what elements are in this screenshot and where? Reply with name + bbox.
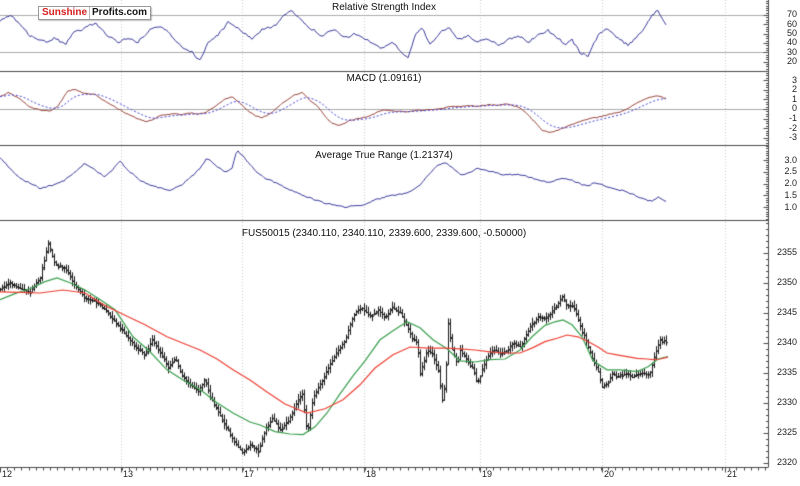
- y-tick-label: -1: [788, 113, 797, 124]
- y-tick-label: 1.0: [784, 201, 797, 212]
- x-tick-label: 21: [727, 469, 738, 479]
- price-panel-title: FUS50015 (2340.110, 2340.110, 2339.600, …: [241, 228, 527, 239]
- y-tick-label: 2.5: [784, 166, 797, 177]
- y-tick-label: 2325: [776, 427, 797, 438]
- y-tick-label: -3: [788, 132, 797, 143]
- y-tick-label: 2: [791, 84, 797, 95]
- macd-panel-title: MACD (1.09161): [346, 73, 422, 84]
- x-tick-label: 18: [366, 469, 377, 479]
- y-tick-label: 2.0: [784, 178, 797, 189]
- y-tick-label: 20: [786, 56, 797, 67]
- chart-window: Sunshine Profits.com Relative Strength I…: [0, 0, 800, 486]
- y-tick-label: 1.5: [784, 189, 797, 200]
- x-tick-label: 13: [123, 469, 134, 479]
- x-tick-label: 12: [2, 469, 13, 479]
- y-tick-label: 2350: [776, 277, 797, 288]
- y-tick-label: 2335: [776, 367, 797, 378]
- rsi-panel-title: Relative Strength Index: [332, 2, 436, 13]
- y-tick-label: 2320: [776, 457, 797, 468]
- x-tick-label: 20: [604, 469, 615, 479]
- y-tick-label: 2345: [776, 307, 797, 318]
- y-tick-label: 3.0: [784, 154, 797, 165]
- y-tick-label: 2355: [776, 247, 797, 258]
- y-tick-label: 2330: [776, 397, 797, 408]
- x-tick-label: 19: [482, 469, 493, 479]
- y-tick-label: 2340: [776, 337, 797, 348]
- atr-panel-title: Average True Range (1.21374): [315, 150, 453, 161]
- x-tick-label: 17: [244, 469, 255, 479]
